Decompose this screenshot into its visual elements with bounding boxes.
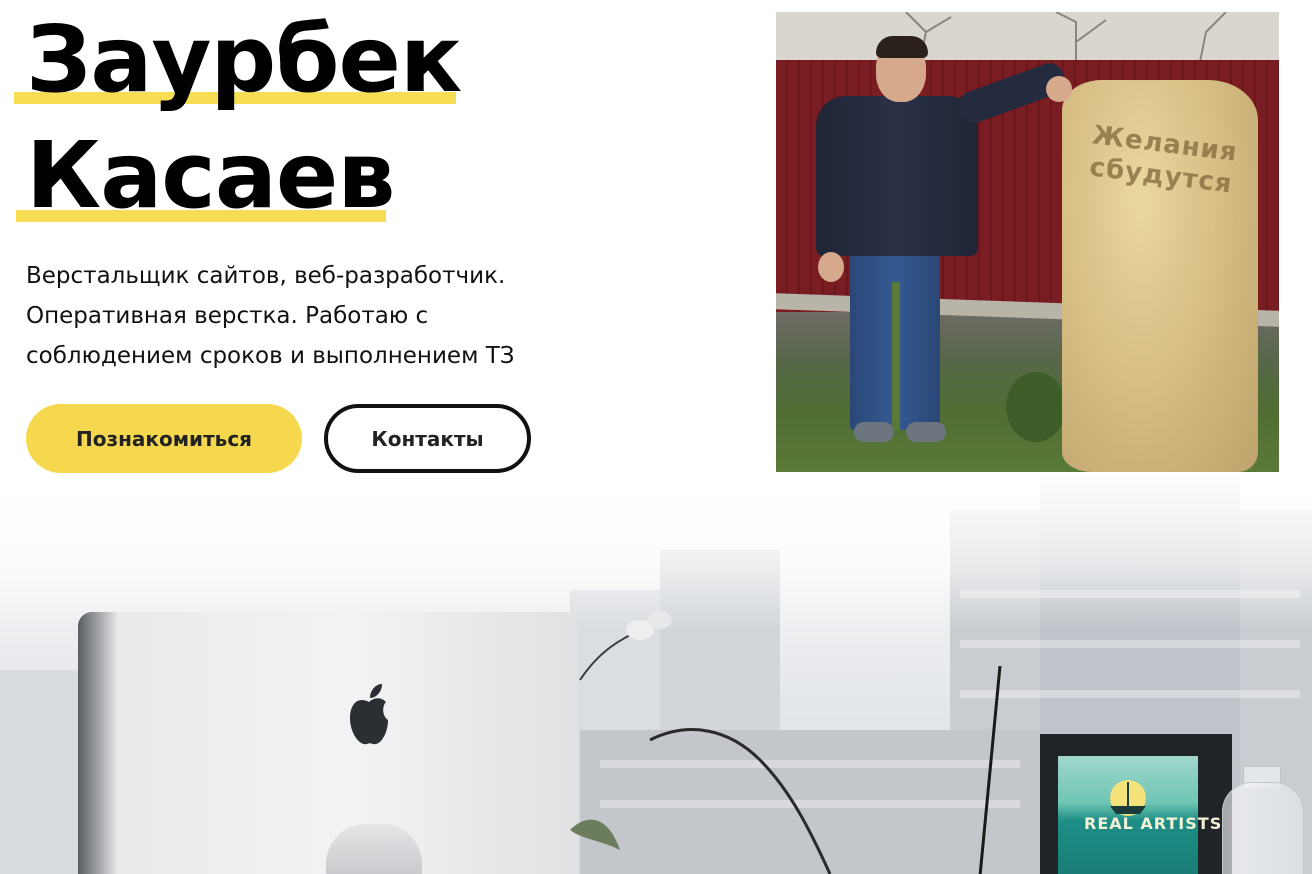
portrait-photo: Желания сбудутся (776, 12, 1279, 472)
person-legs-gap (892, 282, 900, 430)
poster-text: REAL ARTISTS (1084, 814, 1223, 833)
person-jacket (816, 96, 978, 256)
person-shoe (854, 422, 894, 442)
person-shoe (906, 422, 946, 442)
person-hair (876, 36, 928, 58)
monitor-stand (326, 824, 422, 874)
background-scene: REAL ARTISTS (0, 470, 1312, 874)
building-windows (960, 640, 1300, 648)
ship-icon (1110, 780, 1146, 816)
meet-button[interactable]: Познакомиться (26, 404, 302, 473)
photo-shrub (1006, 372, 1066, 442)
orchid-plant (570, 611, 832, 874)
hero-description: Верстальщик сайтов, веб-разработчик. Опе… (26, 263, 515, 369)
imac-monitor (78, 612, 578, 874)
hero-name-last: Касаев (26, 122, 396, 229)
poster-frame: REAL ARTISTS (1040, 734, 1232, 874)
person-hand (818, 252, 844, 282)
building-windows (960, 690, 1300, 698)
contacts-button[interactable]: Контакты (324, 404, 531, 473)
person-hand (1046, 76, 1072, 102)
glass-bottle (1222, 782, 1304, 874)
apple-logo-icon (350, 684, 388, 745)
hero-name-first: Заурбек (26, 6, 462, 113)
incense-stick (978, 666, 1002, 874)
background-building (0, 670, 90, 874)
